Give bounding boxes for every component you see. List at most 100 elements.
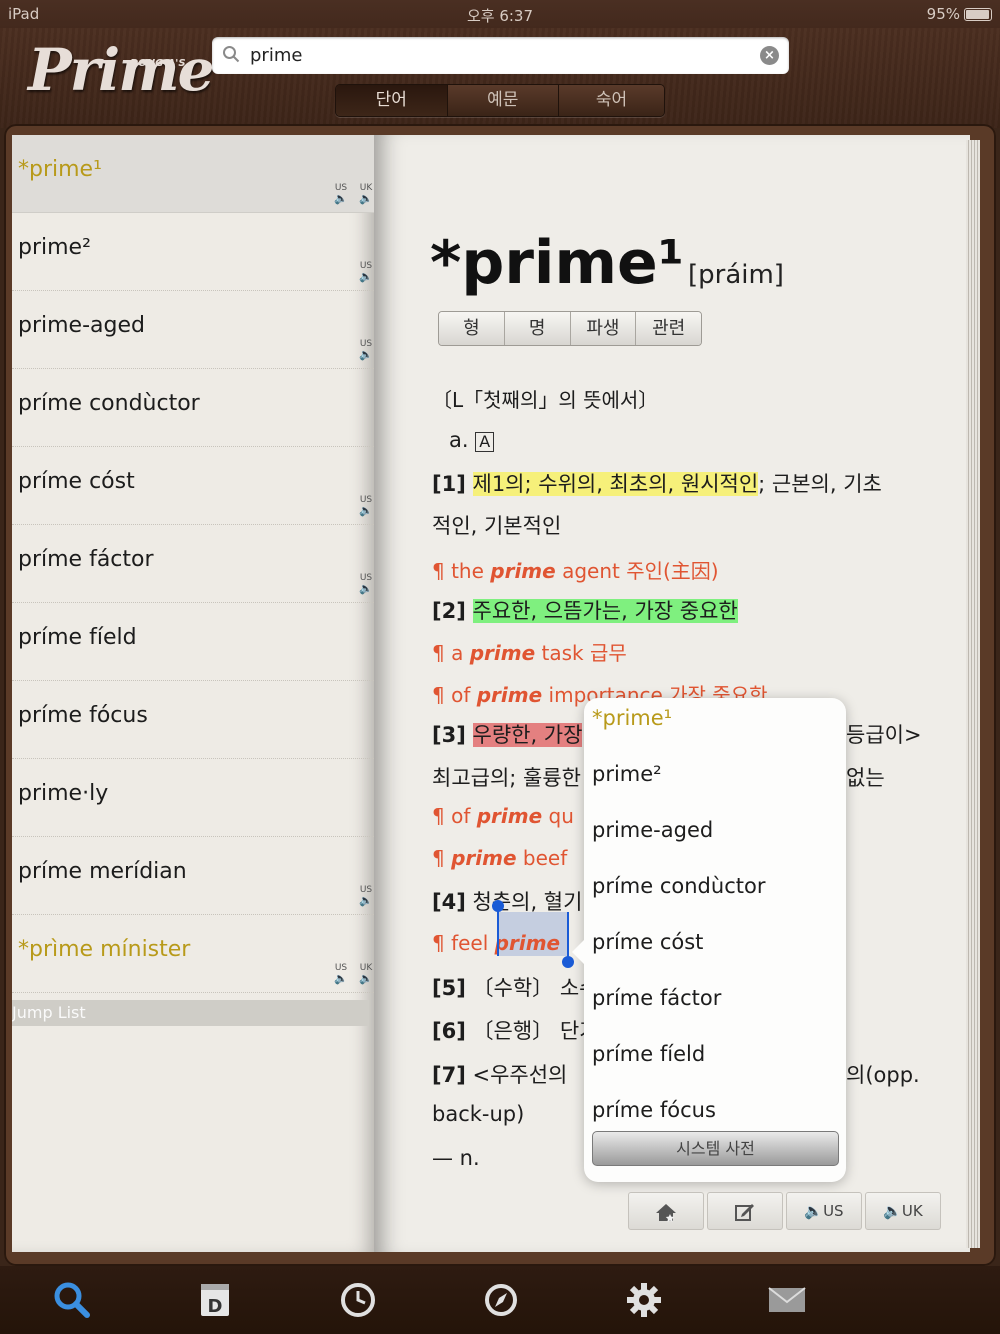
tab-search[interactable] [0, 1266, 143, 1334]
word-list-item[interactable]: príme condùctor [12, 369, 374, 447]
tab-dictionary[interactable]: D [143, 1266, 286, 1334]
tab-idioms[interactable]: 숙어 [559, 85, 664, 116]
sense-number: [7] [432, 1063, 466, 1087]
search-input[interactable] [250, 42, 750, 69]
speaker-icon[interactable]: US 🔈 [357, 495, 374, 516]
sense-number: [6] [432, 1019, 466, 1043]
pronounce-us-label: US [823, 1202, 844, 1220]
sense-number: [3] [432, 723, 466, 747]
sense-3-cont-tail: 없는 [846, 766, 885, 790]
speaker-icon[interactable]: US 🔈 [357, 261, 374, 282]
pos-tab-derived[interactable]: 파생 [570, 312, 637, 345]
app-logo: DONG-A'S Prime [28, 36, 214, 106]
sense-6[interactable]: [6] 〔은행〕 단기 [432, 1015, 598, 1045]
jump-list-label[interactable]: Jump List [12, 1000, 369, 1026]
search-box[interactable]: × [212, 37, 789, 74]
example-keyword: prime [476, 804, 543, 828]
popover-item[interactable]: príme fócus [592, 1098, 716, 1122]
sense-3[interactable]: [3] 우량한, 가장 [432, 719, 583, 749]
pos-label: a. [449, 428, 469, 452]
word-list-item[interactable]: *prime¹ US 🔈 UK 🔈 [12, 135, 374, 213]
tab-bar: D [0, 1266, 1000, 1334]
popover-item[interactable]: prime-aged [592, 818, 713, 842]
pos-tab-noun[interactable]: 명 [504, 312, 571, 345]
speaker-icon[interactable]: US 🔈 [357, 339, 374, 360]
bookmark-button[interactable] [628, 1192, 704, 1230]
tab-words[interactable]: 단어 [336, 85, 448, 116]
speaker-icon[interactable]: US 🔈 [357, 885, 374, 906]
sense-2[interactable]: [2] 주요한, 으뜸가는, 가장 중요한 [432, 595, 738, 625]
selection-end-handle[interactable] [562, 912, 574, 968]
sense-number: [5] [432, 976, 466, 1000]
history-clock-icon [340, 1283, 375, 1317]
word-list-item[interactable]: prime-aged US 🔈 [12, 291, 374, 369]
popover-item[interactable]: príme fáctor [592, 986, 721, 1010]
word-list-item-label: prime² [18, 235, 91, 260]
example-keyword: prime [469, 641, 536, 665]
example-1[interactable]: ¶ the prime agent 주인(主因) [432, 555, 719, 584]
sense-1-cont: 적인, 기본적인 [432, 514, 562, 538]
sense-5[interactable]: [5] 〔수학〕 소수 [432, 972, 598, 1002]
tab-history[interactable] [286, 1266, 429, 1334]
clear-search-icon[interactable]: × [760, 46, 779, 65]
etymology: 〔L「첫째의」의 뜻에서〕 [432, 388, 659, 412]
sense-text: <우주선의 [472, 1063, 568, 1087]
tab-compass[interactable] [429, 1266, 572, 1334]
tab-mail[interactable] [715, 1266, 858, 1334]
logo-sub: DONG-A'S [130, 58, 186, 69]
word-list-item[interactable]: príme fócus [12, 681, 374, 759]
clock: 오후 6:37 [466, 7, 534, 25]
word-list-item[interactable]: príme fíeld [12, 603, 374, 681]
word-list-item-label: prime-aged [18, 313, 145, 338]
speaker-icon[interactable]: UK 🔈 [357, 183, 374, 204]
house-star-icon [656, 1203, 676, 1222]
speaker-icon[interactable]: US 🔈 [357, 573, 374, 594]
word-list-item[interactable]: príme merídian US 🔈 [12, 837, 374, 915]
example-4[interactable]: ¶ of prime qu [432, 804, 574, 828]
example-text: ¶ a [432, 641, 470, 665]
sense-text: 〔수학〕 소수 [472, 976, 599, 1000]
sense-7-tail: 의(opp. [846, 1063, 920, 1087]
highlight-yellow: 제1의; 수위의, 최초의, 원시적인 [472, 472, 759, 496]
word-list-item[interactable]: *prìme mínister US 🔈 UK 🔈 [12, 915, 374, 993]
pos-line: a. A [449, 428, 495, 452]
svg-text:D: D [207, 1296, 222, 1317]
popover-item[interactable]: *prime¹ [592, 706, 672, 730]
word-list-item-label: príme fócus [18, 703, 148, 728]
word-list-item[interactable]: prime·ly [12, 759, 374, 837]
sense-number: [1] [432, 472, 466, 496]
speaker-icon[interactable]: US 🔈 [332, 183, 350, 204]
word-list-item[interactable]: príme fáctor US 🔈 [12, 525, 374, 603]
speaker-icon[interactable]: US 🔈 [332, 963, 350, 984]
tab-settings[interactable] [572, 1266, 715, 1334]
pronounce-uk-button[interactable]: 🔈UK [865, 1192, 941, 1230]
system-dictionary-button[interactable]: 시스템 사전 [592, 1131, 839, 1166]
word-list[interactable]: *prime¹ US 🔈 UK 🔈 prime² US 🔈 prime-aged US 🔈 príme… [12, 135, 374, 1252]
pronounce-us-button[interactable]: 🔈US [786, 1192, 862, 1230]
entry-toolbar: 🔈US 🔈UK [628, 1192, 941, 1230]
logo-main: Prime [28, 36, 214, 104]
popover-item[interactable]: príme fíeld [592, 1042, 705, 1066]
pos-tab-adjective[interactable]: 형 [439, 312, 505, 345]
example-5[interactable]: ¶ prime beef [432, 846, 567, 870]
word-list-item[interactable]: prime² US 🔈 [12, 213, 374, 291]
pos-tab-related[interactable]: 관련 [636, 312, 701, 345]
word-list-item[interactable]: príme cóst US 🔈 [12, 447, 374, 525]
sense-7[interactable]: [7] <우주선의 [432, 1059, 567, 1089]
selection-start-handle[interactable] [492, 900, 504, 956]
pos-tabs: 형 명 파생 관련 [438, 311, 702, 346]
example-keyword: prime [476, 683, 543, 707]
popover-item[interactable]: príme cóst [592, 930, 703, 954]
note-button[interactable] [707, 1192, 783, 1230]
highlight-green: 주요한, 으뜸가는, 가장 중요한 [472, 599, 738, 623]
highlight-red: 우량한, 가장 [472, 723, 583, 747]
example-2[interactable]: ¶ a prime task 급무 [432, 637, 627, 666]
word-list-item-label: príme condùctor [18, 391, 200, 416]
pronounce-uk-label: UK [901, 1202, 923, 1220]
sense-1[interactable]: [1] 제1의; 수위의, 최초의, 원시적인; 근본의, 기초 [432, 468, 882, 498]
popover-item[interactable]: príme condùctor [592, 874, 765, 898]
tab-examples[interactable]: 예문 [447, 85, 560, 116]
example-text: task 급무 [535, 641, 627, 665]
speaker-icon[interactable]: UK 🔈 [357, 963, 374, 984]
popover-item[interactable]: prime² [592, 762, 662, 786]
